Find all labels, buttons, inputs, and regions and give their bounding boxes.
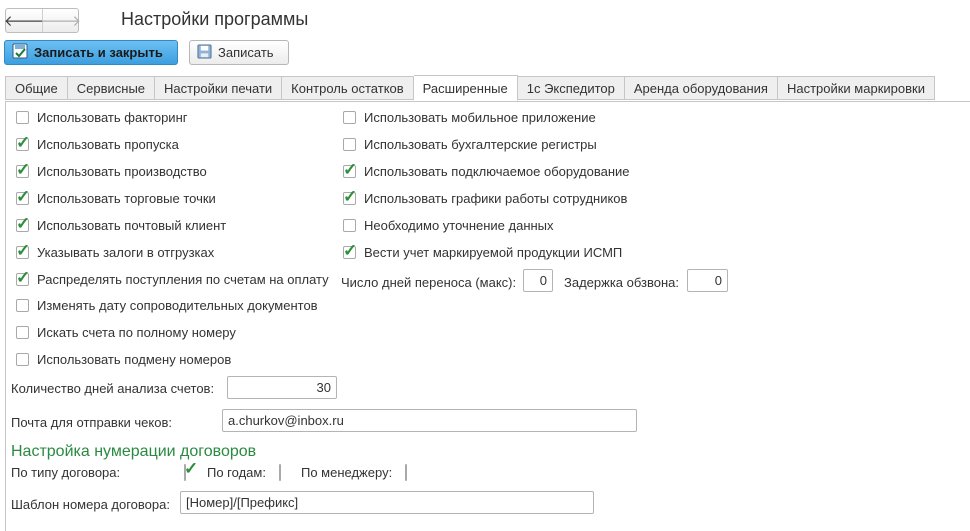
option-connected-equipment[interactable]: ✓ Использовать подключаемое оборудование [343, 161, 630, 180]
checkmark-icon: ✓ [343, 186, 358, 206]
checkmark-icon: ✓ [16, 186, 31, 206]
option-employee-schedules[interactable]: ✓ Использовать графики работы сотруднико… [343, 188, 627, 207]
option-change-doc-date[interactable]: Изменять дату сопроводительных документо… [16, 296, 318, 314]
analysis-days-label: Количество дней анализа счетов: [11, 381, 215, 396]
by-year-label: По годам: [207, 465, 266, 480]
option-trade-points[interactable]: ✓ Использовать торговые точки [16, 188, 216, 207]
option-mobile-app[interactable]: Использовать мобильное приложение [343, 108, 596, 126]
checkbox[interactable]: ✓ [16, 161, 30, 178]
by-manager-label: По менеджеру: [301, 465, 393, 480]
checkmark-icon: ✓ [16, 213, 31, 233]
by-year-checkbox[interactable] [279, 464, 281, 481]
checkbox[interactable]: ✓ [16, 134, 30, 151]
checkbox[interactable]: ✓ [16, 242, 30, 259]
checkbox[interactable] [343, 137, 356, 151]
tab-stock-control[interactable]: Контроль остатков [282, 76, 414, 100]
by-manager-checkbox[interactable] [405, 464, 407, 481]
checkbox[interactable]: ✓ [16, 188, 30, 205]
checkmark-icon: ✓ [16, 159, 31, 179]
email-input[interactable]: a.churkov@inbox.ru [222, 409, 637, 432]
option-factoring[interactable]: Использовать факторинг [16, 108, 187, 126]
transfer-days-label: Число дней переноса (макс): [341, 275, 517, 290]
option-deposits[interactable]: ✓ Указывать залоги в отгрузках [16, 242, 214, 261]
option-number-substitution[interactable]: Использовать подмену номеров [16, 350, 231, 368]
contract-template-input[interactable]: [Номер]/[Префикс] [180, 491, 594, 514]
checkmark-icon: ✓ [343, 159, 358, 179]
option-passes[interactable]: ✓ Использовать пропуска [16, 134, 179, 153]
contract-template-label: Шаблон номера договора: [11, 497, 170, 512]
option-full-number-search[interactable]: Искать счета по полному номеру [16, 323, 236, 341]
checkbox[interactable] [16, 298, 29, 312]
save-and-close-button[interactable]: Записать и закрыть [4, 40, 178, 65]
checkmark-icon: ✓ [16, 240, 31, 260]
option-mail-client[interactable]: ✓ Использовать почтовый клиент [16, 215, 226, 234]
save-button[interactable]: Записать [189, 40, 289, 65]
email-label: Почта для отправки чеков: [11, 415, 172, 430]
call-delay-input[interactable]: 0 [687, 269, 728, 292]
checkbox[interactable] [16, 110, 29, 124]
by-type-checkbox[interactable]: ✓ [184, 460, 198, 481]
numbering-section-title: Настройка нумерации договоров [11, 443, 257, 460]
option-data-clarification[interactable]: Необходимо уточнение данных [343, 216, 554, 234]
tab-service[interactable]: Сервисные [67, 76, 156, 100]
checkbox[interactable]: ✓ [16, 269, 30, 286]
tab-expeditor[interactable]: 1с Экспедитор [517, 76, 625, 100]
floppy-disk-icon [197, 43, 212, 62]
navigation-buttons: 🡐 🡒 [4, 8, 81, 33]
checkbox[interactable]: ✓ [343, 188, 357, 205]
save-and-close-label: Записать и закрыть [34, 45, 163, 60]
tab-advanced[interactable]: Расширенные [413, 75, 518, 101]
checkbox[interactable]: ✓ [343, 161, 357, 178]
tab-equipment-rental[interactable]: Аренда оборудования [624, 76, 778, 100]
call-delay-label: Задержка обзвона: [564, 275, 680, 290]
checkbox[interactable] [343, 218, 356, 232]
tab-bar: Общие Сервисные Настройки печати Контрол… [5, 75, 935, 101]
checkmark-icon: ✓ [16, 132, 31, 152]
checkbox[interactable] [16, 352, 29, 366]
option-production[interactable]: ✓ Использовать производство [16, 161, 207, 180]
by-type-label: По типу договора: [11, 465, 121, 480]
tab-marking-settings[interactable]: Настройки маркировки [777, 76, 935, 100]
option-accounting-registers[interactable]: Использовать бухгалтерские регистры [343, 135, 597, 153]
checkbox[interactable]: ✓ [16, 215, 30, 232]
transfer-days-input[interactable]: 0 [523, 269, 553, 292]
tab-print-settings[interactable]: Настройки печати [155, 76, 283, 100]
back-arrow-icon[interactable]: 🡐 [4, 9, 44, 32]
checkmark-icon: ✓ [343, 240, 358, 260]
option-distribute-receipts[interactable]: ✓ Распределять поступления по счетам на … [16, 269, 329, 288]
checkmark-icon: ✓ [16, 267, 31, 287]
checkmark-icon: ✓ [184, 459, 199, 478]
save-label: Записать [218, 45, 274, 60]
checkbox[interactable]: ✓ [343, 242, 357, 259]
tab-general[interactable]: Общие [5, 76, 68, 100]
forward-arrow-icon[interactable]: 🡒 [41, 9, 81, 32]
checkbox[interactable] [343, 110, 356, 124]
option-ismp-marking[interactable]: ✓ Вести учет маркируемой продукции ИСМП [343, 242, 622, 261]
checkbox[interactable] [16, 325, 29, 339]
analysis-days-input[interactable]: 30 [227, 376, 337, 399]
page-title: Настройки программы [121, 9, 309, 29]
save-and-close-icon [12, 43, 28, 62]
